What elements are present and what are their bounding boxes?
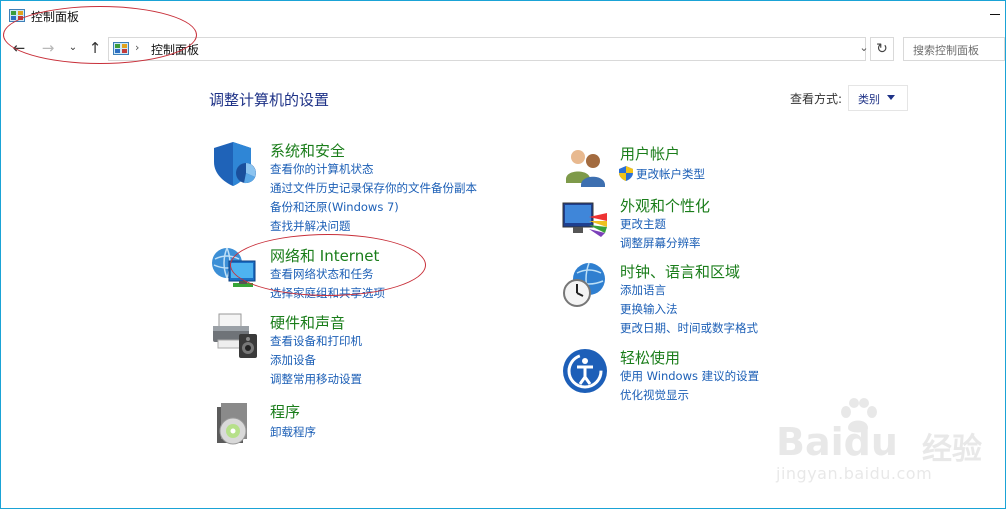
link-homegroup-sharing[interactable]: 选择家庭组和共享选项 [270,285,385,301]
link-troubleshoot[interactable]: 查找并解决问题 [270,218,351,234]
category-title[interactable]: 网络和 Internet [270,245,379,266]
control-panel-icon [9,9,25,22]
watermark-url: jingyan.baidu.com [776,464,933,483]
view-by-label: 查看方式: [790,92,843,106]
baidu-watermark: Baidu 经验 jingyan.baidu.com [770,398,1000,488]
refresh-icon[interactable]: ↻ [870,37,894,61]
up-arrow-icon[interactable]: ↑ [85,38,105,58]
recent-locations-chevron-icon[interactable]: ⌄ [63,38,83,58]
baidu-paw-icon [841,398,877,433]
shield-icon [214,142,256,186]
link-view-computer-status[interactable]: 查看你的计算机状态 [270,161,374,177]
category-title[interactable]: 系统和安全 [270,140,345,161]
link-optimize-visual-display[interactable]: 优化视觉显示 [620,387,689,403]
link-add-language[interactable]: 添加语言 [620,282,666,298]
breadcrumb-control-panel[interactable]: 控制面板 [151,41,199,58]
view-by-value: 类别 [858,93,880,106]
address-bar[interactable]: › 控制面板 [108,37,866,61]
view-by-dropdown[interactable]: 类别 [848,85,908,111]
breadcrumb-separator-icon: › [135,41,140,54]
back-arrow-icon[interactable]: ← [9,38,29,58]
link-screen-resolution[interactable]: 调整屏幕分辨率 [620,235,701,251]
link-change-account-type[interactable]: 更改帐户类型 [636,166,705,182]
link-network-status[interactable]: 查看网络状态和任务 [270,266,374,282]
navigation-bar: ← → ⌄ ↑ › 控制面板 ⌄ ↻ 搜索控制面板 [0,34,1006,62]
programs-disc-icon [217,403,247,445]
page-title: 调整计算机的设置 [209,91,330,109]
network-globe-icon [212,247,256,287]
printer-icon [213,313,257,358]
link-add-device[interactable]: 添加设备 [270,352,316,368]
uac-shield-icon [619,166,633,181]
search-input[interactable]: 搜索控制面板 [903,37,1005,61]
link-file-history[interactable]: 通过文件历史记录保存你的文件备份副本 [270,180,477,196]
ease-of-access-icon [563,349,607,393]
link-devices-printers[interactable]: 查看设备和打印机 [270,333,362,349]
link-change-input-method[interactable]: 更换输入法 [620,301,678,317]
link-change-theme[interactable]: 更改主题 [620,216,666,232]
link-date-time-format[interactable]: 更改日期、时间或数字格式 [620,320,758,336]
window-title: 控制面板 [31,10,80,24]
minimize-button[interactable] [990,14,1000,15]
watermark-cn: 经验 [922,432,982,467]
category-title[interactable]: 外观和个性化 [620,195,710,216]
category-title[interactable]: 用户帐户 [620,143,680,164]
watermark-brand: Baidu [776,420,898,464]
category-title[interactable]: 时钟、语言和区域 [620,261,740,282]
category-title[interactable]: 硬件和声音 [270,312,345,333]
link-windows-recommended-settings[interactable]: 使用 Windows 建议的设置 [620,368,759,384]
appearance-monitor-icon [562,202,607,237]
link-uninstall-program[interactable]: 卸载程序 [270,424,316,440]
title-bar: 控制面板 [0,0,1006,32]
search-placeholder: 搜索控制面板 [913,44,979,57]
clock-globe-icon [563,262,605,307]
users-icon [566,150,605,187]
dropdown-caret-icon [887,95,895,100]
category-title[interactable]: 程序 [270,401,300,422]
control-panel-icon [113,42,129,55]
link-mobility-settings[interactable]: 调整常用移动设置 [270,371,362,387]
window-frame [0,0,1006,509]
link-backup-restore[interactable]: 备份和还原(Windows 7) [270,199,399,215]
category-title[interactable]: 轻松使用 [620,347,680,368]
forward-arrow-icon[interactable]: → [38,38,58,58]
